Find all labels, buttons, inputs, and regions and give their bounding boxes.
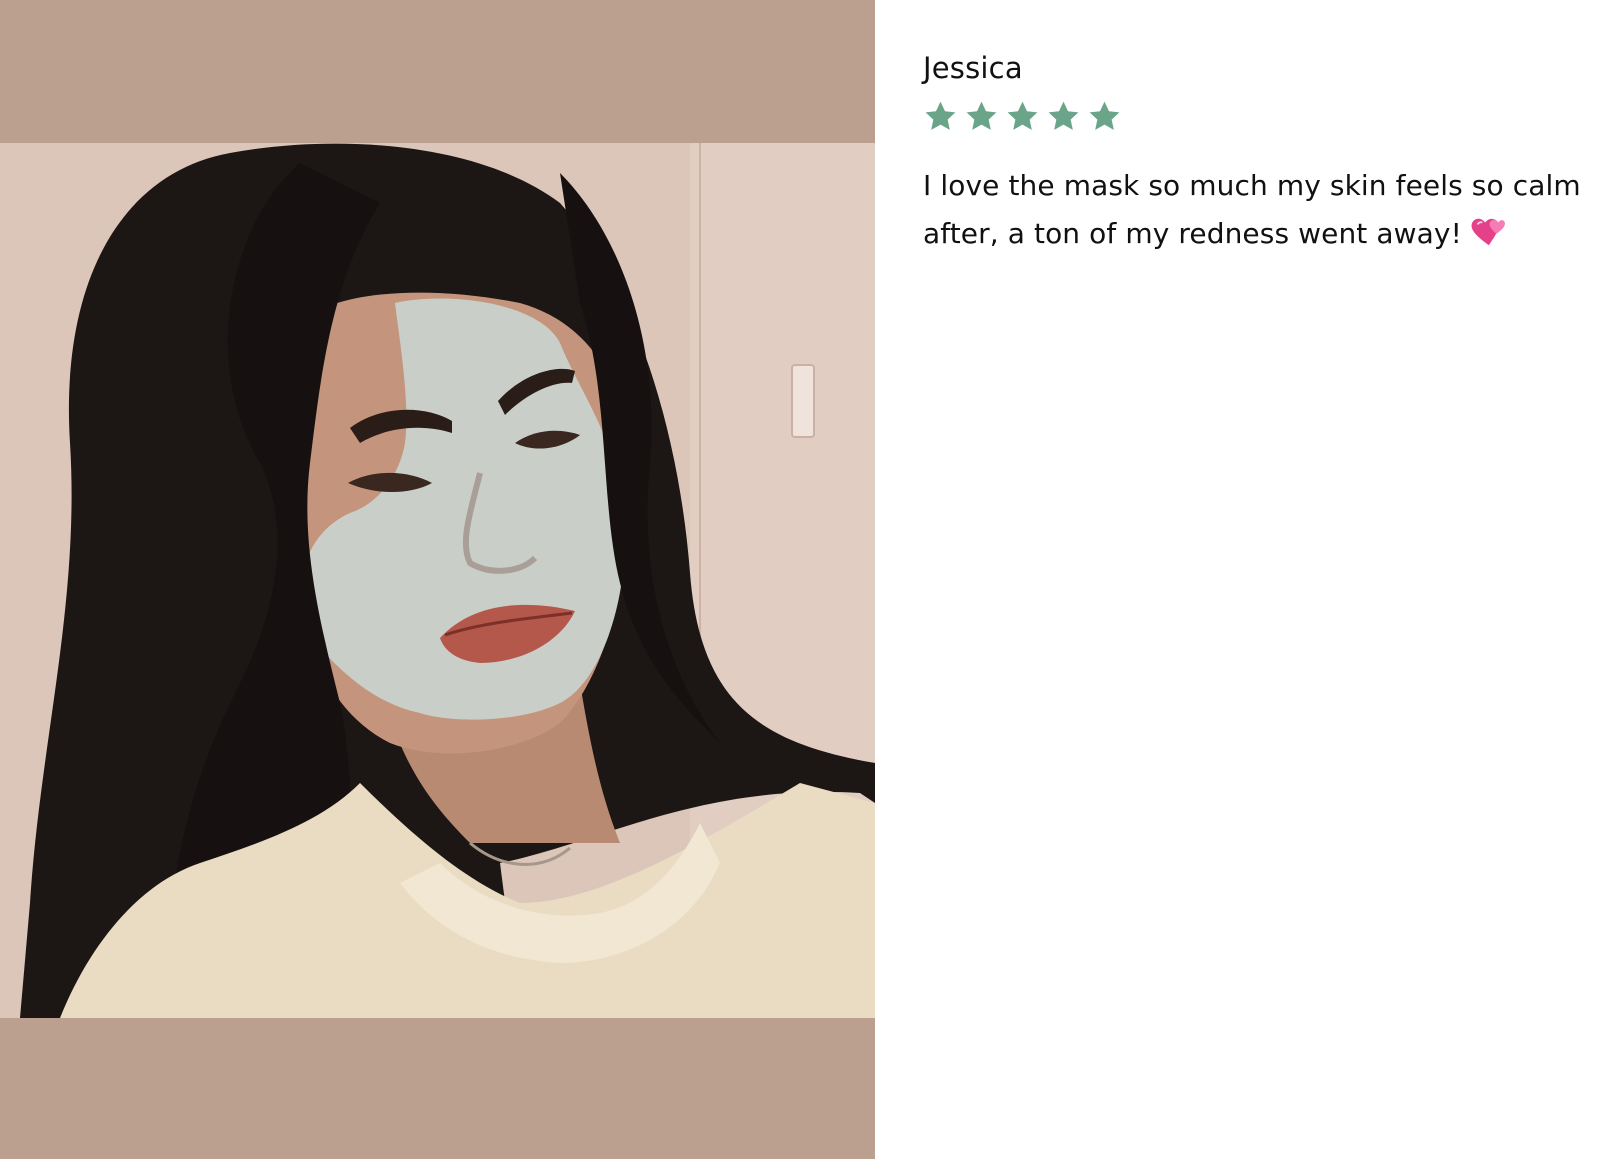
reviewer-name: Jessica (923, 51, 1023, 85)
star-icon (923, 99, 958, 134)
photo-panel (0, 0, 875, 1159)
heart-icon (1468, 215, 1506, 249)
star-rating (923, 98, 1582, 134)
review-panel: Jessica I love the mask so much my skin … (875, 0, 1622, 1159)
star-icon (1046, 99, 1081, 134)
review-modal: Jessica I love the mask so much my skin … (0, 0, 1622, 1159)
star-icon (1005, 99, 1040, 134)
star-icon (1087, 99, 1122, 134)
customer-photo (0, 143, 875, 1018)
star-icon (964, 99, 999, 134)
review-body: I love the mask so much my skin feels so… (923, 162, 1582, 258)
